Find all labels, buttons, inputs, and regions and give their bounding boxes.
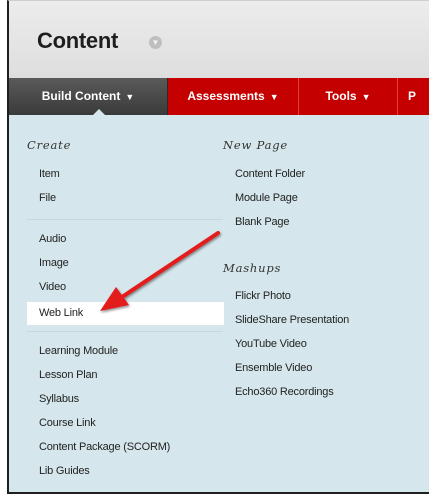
arrow-shaft xyxy=(120,231,220,299)
red-arrow-annotation xyxy=(100,231,220,311)
arrow-head xyxy=(100,287,129,311)
content-area: Content ▼ Build Content ▼ Assessments ▼ To… xyxy=(7,0,429,494)
